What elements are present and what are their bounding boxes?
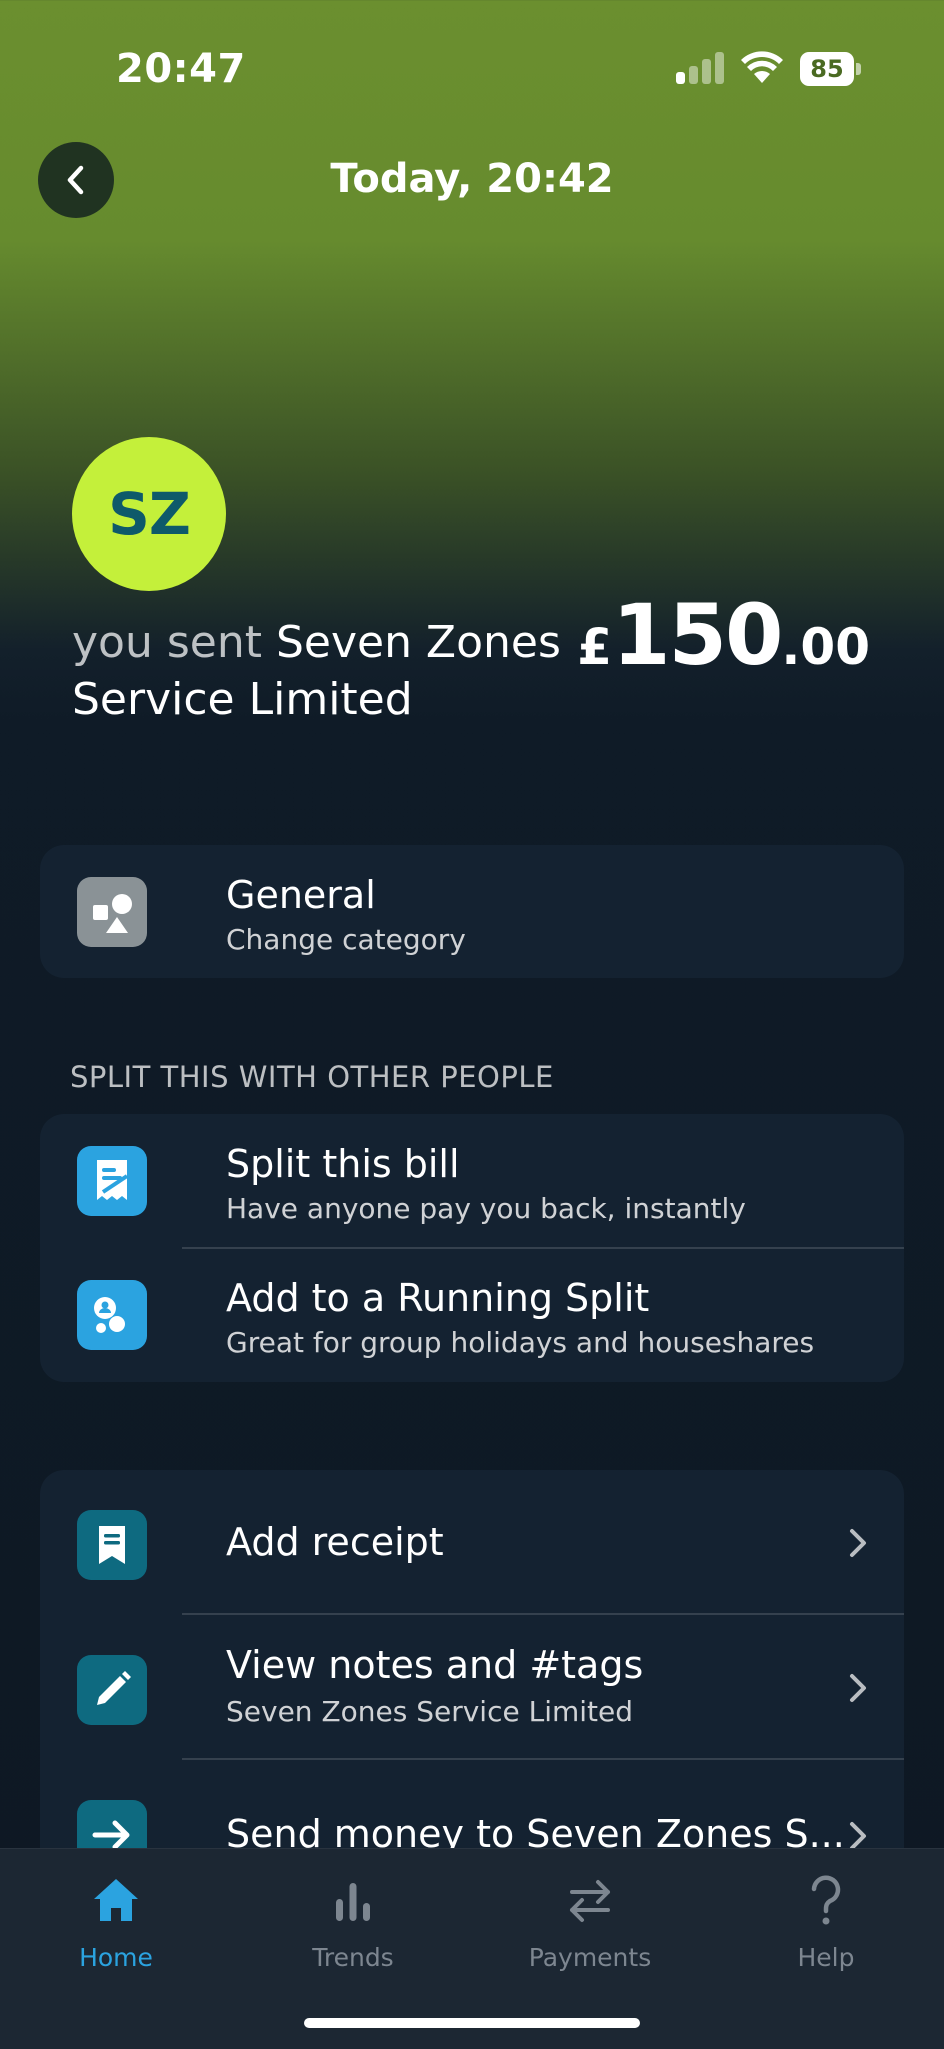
tab-payments-label: Payments [528,1943,652,1972]
group-icon [77,1280,147,1350]
chevron-right-icon [850,1529,866,1557]
notes-tags-subtitle: Seven Zones Service Limited [226,1695,634,1728]
running-split-subtitle: Great for group holidays and houseshares [226,1326,815,1359]
notes-tags-row[interactable]: View notes and #tags Seven Zones Service… [40,1615,904,1759]
home-icon [94,1879,138,1921]
battery-icon: 85 [800,52,862,86]
help-icon [811,1875,841,1925]
chevron-right-icon [850,1674,866,1702]
running-split-title: Add to a Running Split [226,1276,650,1320]
payments-icon [570,1880,610,1922]
wifi-icon [741,51,783,83]
category-title: General [226,873,376,917]
tab-trends-label: Trends [312,1943,394,1972]
actions-card: Add receipt View notes and #tags Seven Z… [40,1470,904,1910]
cellular-signal-icon [676,52,726,84]
merchant-avatar[interactable]: SZ [72,437,226,591]
split-bill-row[interactable]: Split this bill Have anyone pay you back… [40,1114,904,1248]
receipt-icon [77,1510,147,1580]
transaction-amount: £150.00 [577,586,870,684]
running-split-row[interactable]: Add to a Running Split Great for group h… [40,1248,904,1382]
category-subtitle: Change category [226,923,466,956]
split-bill-subtitle: Have anyone pay you back, instantly [226,1192,746,1225]
add-receipt-title: Add receipt [226,1520,444,1564]
amount-currency: £ [577,618,613,676]
battery-level: 85 [800,52,854,86]
receipt-split-icon [77,1146,147,1216]
amount-decimal: .00 [781,618,870,676]
category-card[interactable]: General Change category [40,845,904,978]
split-card: Split this bill Have anyone pay you back… [40,1114,904,1382]
home-indicator [304,2018,640,2028]
category-icon [77,877,147,947]
trends-icon [336,1883,370,1921]
notes-tags-title: View notes and #tags [226,1643,644,1687]
transaction-description: you sent Seven Zones Service Limited [72,614,612,728]
split-section-heading: SPLIT THIS WITH OTHER PEOPLE [70,1060,554,1094]
tab-home-label: Home [79,1943,153,1972]
sent-prefix: you sent [72,617,276,668]
status-time: 20:47 [116,46,246,92]
add-receipt-row[interactable]: Add receipt [40,1470,904,1614]
split-bill-title: Split this bill [226,1142,460,1186]
pencil-icon [77,1655,147,1725]
page-title: Today, 20:42 [330,156,614,202]
amount-whole: 150 [612,586,783,684]
tab-help-label: Help [797,1943,855,1972]
